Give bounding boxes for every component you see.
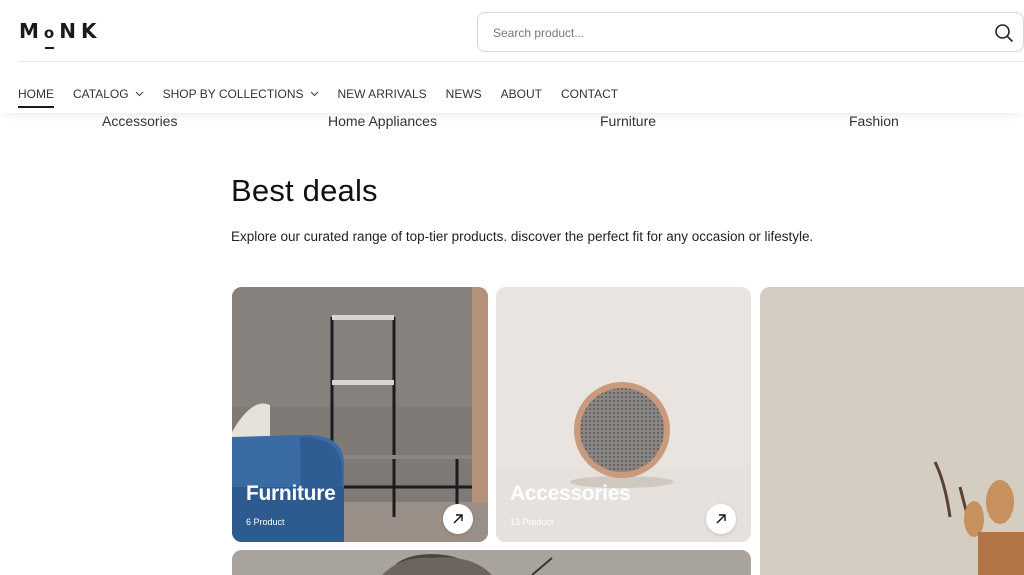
nav-item-about[interactable]: ABOUT — [501, 87, 542, 101]
category-furniture[interactable]: Furniture — [600, 113, 656, 129]
category-card-partial[interactable] — [760, 287, 1024, 575]
nav-item-news[interactable]: NEWS — [446, 87, 482, 101]
logo-letter: K — [80, 19, 102, 43]
category-fashion[interactable]: Fashion — [849, 113, 899, 129]
arrow-up-right-icon[interactable] — [706, 504, 736, 534]
nav-label: CONTACT — [561, 87, 619, 101]
section-title: Best deals — [231, 173, 378, 208]
nav-label: ABOUT — [500, 87, 542, 101]
nav-item-catalog[interactable]: CATALOG — [73, 87, 144, 101]
logo-letter: M — [19, 19, 44, 43]
decor-image — [760, 287, 1024, 575]
nav-item-shop-by-collections[interactable]: SHOP BY COLLECTIONS — [163, 87, 319, 101]
card-title: Furniture — [246, 482, 336, 505]
nav-label: SHOP BY COLLECTIONS — [162, 87, 304, 101]
section-subtitle: Explore our curated range of top-tier pr… — [231, 229, 814, 244]
card-count: 6 Product — [246, 517, 285, 527]
card-count: 13 Product — [510, 517, 554, 527]
category-card-accessories[interactable]: Accessories 13 Product — [496, 287, 751, 542]
nav-label: NEWS — [445, 87, 482, 101]
chevron-down-icon — [310, 91, 318, 97]
nav-item-new-arrivals[interactable]: NEW ARRIVALS — [338, 87, 427, 101]
logo-letter: N — [59, 19, 81, 43]
category-accessories[interactable]: Accessories — [102, 113, 177, 129]
category-home-appliances[interactable]: Home Appliances — [328, 113, 437, 129]
nav-item-home[interactable]: HOME — [18, 87, 54, 108]
logo[interactable]: MoNK — [19, 19, 101, 45]
logo-letter: o — [43, 24, 60, 42]
nav-item-contact[interactable]: CONTACT — [561, 87, 618, 101]
chevron-down-icon — [135, 91, 143, 97]
category-card-partial-bottom[interactable] — [232, 550, 751, 575]
header-divider — [18, 61, 1024, 62]
search-input[interactable] — [493, 23, 953, 43]
nav-label: HOME — [18, 87, 54, 101]
nav-label: CATALOG — [73, 87, 129, 101]
nav-label: NEW ARRIVALS — [337, 87, 427, 101]
bottom-card-image — [232, 550, 751, 575]
category-card-furniture[interactable]: Furniture 6 Product — [232, 287, 488, 542]
search-bar — [477, 12, 1024, 52]
main-nav: HOME CATALOG SHOP BY COLLECTIONS NEW ARR… — [18, 84, 637, 108]
search-icon[interactable] — [994, 23, 1014, 43]
site-header: MoNK HOME CATALOG SHOP BY COLLECTIONS NE… — [0, 0, 1024, 113]
card-title: Accessories — [510, 482, 631, 505]
category-strip: Accessories Home Appliances Furniture Fa… — [0, 113, 1024, 133]
arrow-up-right-icon[interactable] — [443, 504, 473, 534]
